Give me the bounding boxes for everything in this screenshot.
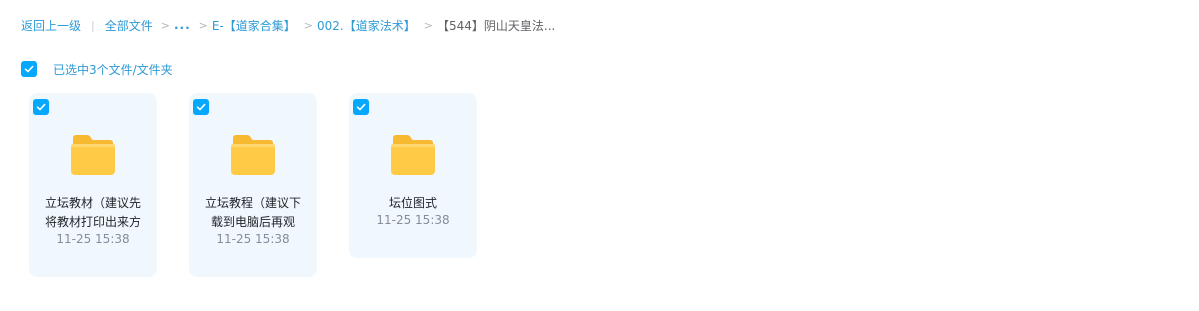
- check-icon: [356, 103, 366, 111]
- file-name[interactable]: 坛位图式: [357, 194, 469, 213]
- file-checkbox[interactable]: [33, 99, 49, 115]
- file-name-line1: 立坛教材（建议先: [44, 196, 141, 210]
- folder-icon: [71, 135, 115, 175]
- selection-count-text: 已选中3个文件/文件夹: [53, 62, 173, 77]
- breadcrumb-item-level1[interactable]: E-【道家合集】: [212, 17, 296, 34]
- file-card[interactable]: 坛位图式 11-25 15:38: [349, 93, 477, 258]
- breadcrumb-ellipsis[interactable]: ...: [174, 18, 191, 32]
- folder-icon: [391, 135, 435, 175]
- selection-bar: 已选中3个文件/文件夹: [21, 61, 173, 77]
- breadcrumb-all-files[interactable]: 全部文件: [105, 17, 153, 34]
- breadcrumb-separator-icon: >: [198, 18, 208, 32]
- folder-icon: [231, 135, 275, 175]
- select-all-checkbox[interactable]: [21, 61, 37, 77]
- file-name-line2: 将教材打印出来方: [44, 215, 141, 229]
- file-name[interactable]: 立坛教程（建议下 载到电脑后再观: [197, 194, 309, 232]
- check-icon: [196, 103, 206, 111]
- breadcrumb-current: 【544】阴山天皇法...: [436, 18, 556, 33]
- file-card[interactable]: 立坛教材（建议先 将教材打印出来方 11-25 15:38: [29, 93, 157, 277]
- breadcrumb-divider: |: [91, 18, 95, 32]
- check-icon: [24, 65, 34, 73]
- breadcrumb: 返回上一级 | 全部文件 > ... > E-【道家合集】 > 002.【道家法…: [21, 17, 555, 33]
- file-checkbox[interactable]: [193, 99, 209, 115]
- breadcrumb-separator-icon: >: [160, 18, 170, 32]
- file-modified-time: 11-25 15:38: [56, 232, 130, 246]
- file-modified-time: 11-25 15:38: [376, 213, 450, 227]
- breadcrumb-item-level2[interactable]: 002.【道家法术】: [317, 17, 416, 34]
- check-icon: [36, 103, 46, 111]
- breadcrumb-separator-icon: >: [303, 18, 314, 32]
- file-name-line1: 坛位图式: [388, 196, 437, 210]
- file-name[interactable]: 立坛教材（建议先 将教材打印出来方: [37, 194, 149, 232]
- file-name-line1: 立坛教程（建议下: [204, 196, 301, 210]
- file-checkbox[interactable]: [353, 99, 369, 115]
- breadcrumb-separator-icon: >: [423, 18, 433, 32]
- back-link[interactable]: 返回上一级: [21, 17, 81, 34]
- file-name-line2: 载到电脑后再观: [210, 215, 295, 229]
- file-modified-time: 11-25 15:38: [216, 232, 290, 246]
- file-card[interactable]: 立坛教程（建议下 载到电脑后再观 11-25 15:38: [189, 93, 317, 277]
